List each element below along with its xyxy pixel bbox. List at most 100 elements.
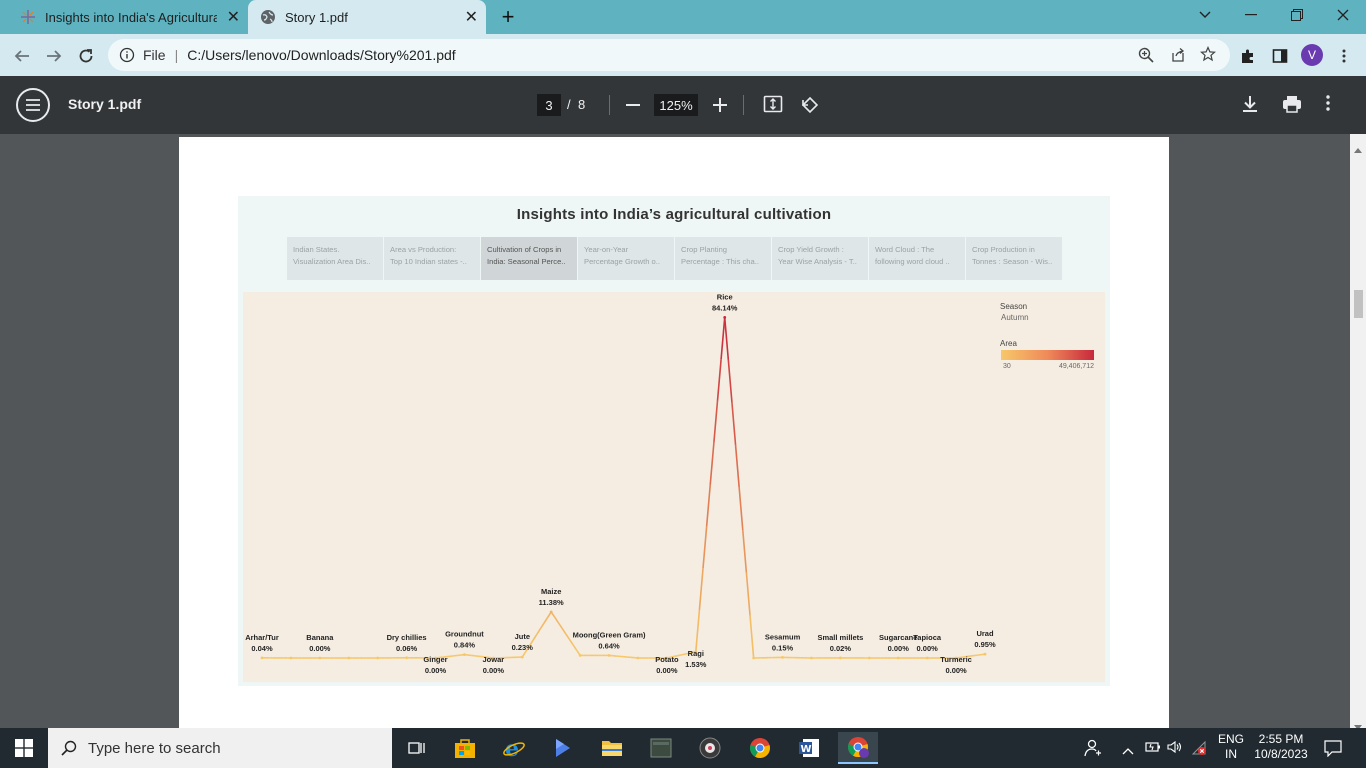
data-point[interactable] <box>318 656 322 660</box>
series-line-segment <box>543 617 549 624</box>
download-icon[interactable] <box>1242 95 1260 115</box>
media-player-icon[interactable] <box>690 732 730 764</box>
microsoft-store-icon[interactable] <box>445 732 485 764</box>
story-tab[interactable]: Crop Yield Growth : Year Wise Analysis - … <box>772 237 868 280</box>
hamburger-menu-icon[interactable] <box>16 88 50 122</box>
data-point[interactable] <box>925 656 929 660</box>
tab-label: Insights into India's Agricultural <box>45 9 217 25</box>
legend-area-title: Area <box>1000 339 1017 348</box>
story-tab[interactable]: Indian States. Visualization Area Dis.. <box>287 237 383 280</box>
battery-icon[interactable] <box>1145 740 1161 759</box>
story-tab-caption: Visualization Area Dis.. <box>293 257 371 266</box>
zoom-level-input[interactable]: 125% <box>654 94 698 116</box>
data-point[interactable] <box>289 656 293 660</box>
close-tab-icon[interactable]: ✕ <box>465 7 478 27</box>
extensions-puzzle-icon[interactable] <box>1234 42 1262 70</box>
power-automate-icon[interactable] <box>543 732 583 764</box>
story-tab[interactable]: Crop Planting Percentage : This cha.. <box>675 237 771 280</box>
back-button[interactable] <box>8 42 36 70</box>
windows-start-icon[interactable] <box>4 732 44 764</box>
show-hidden-icons-chevron[interactable] <box>1122 742 1134 760</box>
reload-button[interactable] <box>72 42 100 70</box>
story-tab[interactable]: Word Cloud : The following word cloud .. <box>869 237 965 280</box>
print-icon[interactable] <box>1282 95 1302 115</box>
series-line-segment <box>539 622 545 630</box>
point-name-label: Ragi <box>688 649 704 658</box>
clock[interactable]: 2:55 PM 10/8/2023 <box>1250 732 1312 762</box>
vertical-scrollbar[interactable] <box>1350 134 1366 730</box>
point-name-label: Turmeric <box>940 655 972 664</box>
story-tab[interactable]: Crop Production in Tonnes : Season - Wis.… <box>966 237 1062 280</box>
chrome-icon[interactable] <box>740 732 780 764</box>
people-icon[interactable] <box>1084 739 1102 762</box>
terminal-app-icon[interactable] <box>641 732 681 764</box>
network-disconnected-icon[interactable] <box>1191 740 1207 761</box>
scrollbar-thumb[interactable] <box>1354 290 1363 318</box>
data-point[interactable] <box>983 652 987 656</box>
info-icon[interactable] <box>119 47 135 63</box>
rotate-icon[interactable] <box>800 95 820 115</box>
page-number-input[interactable]: 3 <box>537 94 561 116</box>
data-point[interactable] <box>636 656 640 660</box>
point-value-label: 0.00% <box>917 644 939 653</box>
file-explorer-icon[interactable] <box>592 732 632 764</box>
new-tab-button[interactable]: + <box>496 4 520 29</box>
data-point[interactable] <box>723 315 727 319</box>
data-point[interactable] <box>405 656 408 660</box>
line-chart: Arhar/Tur 0.04% Banana 0.00% Dry chillies 0.0… <box>245 292 996 675</box>
tab-story-pdf[interactable]: Story 1.pdf ✕ <box>248 0 486 34</box>
close-tab-icon[interactable]: ✕ <box>227 7 240 27</box>
side-panel-icon[interactable] <box>1266 42 1294 70</box>
close-window-button[interactable] <box>1320 0 1366 30</box>
scroll-up-arrow-icon[interactable] <box>1354 140 1362 158</box>
data-point[interactable] <box>867 656 871 660</box>
share-icon[interactable] <box>1170 47 1186 66</box>
tab-search-chevron-icon[interactable] <box>1182 0 1228 30</box>
data-point[interactable] <box>520 655 524 659</box>
point-value-label: 84.14% <box>712 303 738 312</box>
data-point[interactable] <box>260 656 264 660</box>
series-line-segment <box>536 628 542 635</box>
minimize-button[interactable] <box>1228 0 1274 30</box>
taskbar-search-box[interactable]: Type here to search <box>48 728 392 768</box>
data-point[interactable] <box>578 654 582 657</box>
bookmark-star-icon[interactable] <box>1200 45 1216 65</box>
zoom-icon[interactable] <box>1138 47 1154 66</box>
data-point[interactable] <box>607 654 611 657</box>
address-prefix: File <box>143 47 166 63</box>
profile-avatar[interactable]: V <box>1301 44 1323 66</box>
zoom-out-icon[interactable] <box>624 95 642 115</box>
zoom-in-icon[interactable] <box>711 95 729 115</box>
data-point[interactable] <box>549 610 553 614</box>
data-point[interactable] <box>752 656 756 660</box>
more-options-icon[interactable] <box>1326 95 1336 115</box>
data-point[interactable] <box>781 655 784 659</box>
windows-taskbar: Type here to search e W ENG IN 2:55 PM 1… <box>0 728 1366 768</box>
address-bar[interactable]: File | C:/Users/lenovo/Downloads/Story%2… <box>108 39 1230 71</box>
data-point[interactable] <box>896 656 900 660</box>
series-line-segment <box>741 530 748 573</box>
tab-insights[interactable]: Insights into India's Agricultural ✕ <box>8 0 248 34</box>
story-tab[interactable]: Year-on-Year Percentage Growth o.. <box>578 237 674 280</box>
notifications-icon[interactable] <box>1324 739 1342 762</box>
language-indicator[interactable]: ENG IN <box>1217 732 1245 762</box>
browser-menu-icon[interactable] <box>1330 42 1358 70</box>
data-point[interactable] <box>463 653 466 656</box>
data-point[interactable] <box>376 656 380 660</box>
story-tab[interactable]: Area vs Production: Top 10 Indian states … <box>384 237 480 280</box>
forward-button[interactable] <box>40 42 68 70</box>
chrome-profile-icon[interactable] <box>838 732 878 764</box>
data-point[interactable] <box>839 656 842 660</box>
story-tab[interactable]: Cultivation of Crops in India: Seasonal P… <box>481 237 577 280</box>
task-view-icon[interactable] <box>396 732 436 764</box>
word-icon[interactable]: W <box>789 732 829 764</box>
restore-button[interactable] <box>1274 0 1320 30</box>
legend-season-title: Season <box>1000 302 1028 311</box>
fit-page-icon[interactable] <box>763 95 783 115</box>
data-point[interactable] <box>347 656 351 660</box>
pdf-viewer[interactable]: Insights into India’s agricultural culti… <box>0 134 1350 728</box>
volume-icon[interactable] <box>1167 740 1183 759</box>
data-point[interactable] <box>810 656 813 660</box>
legend-season-value[interactable]: Autumn <box>1001 313 1029 322</box>
internet-explorer-icon[interactable]: e <box>494 732 534 764</box>
